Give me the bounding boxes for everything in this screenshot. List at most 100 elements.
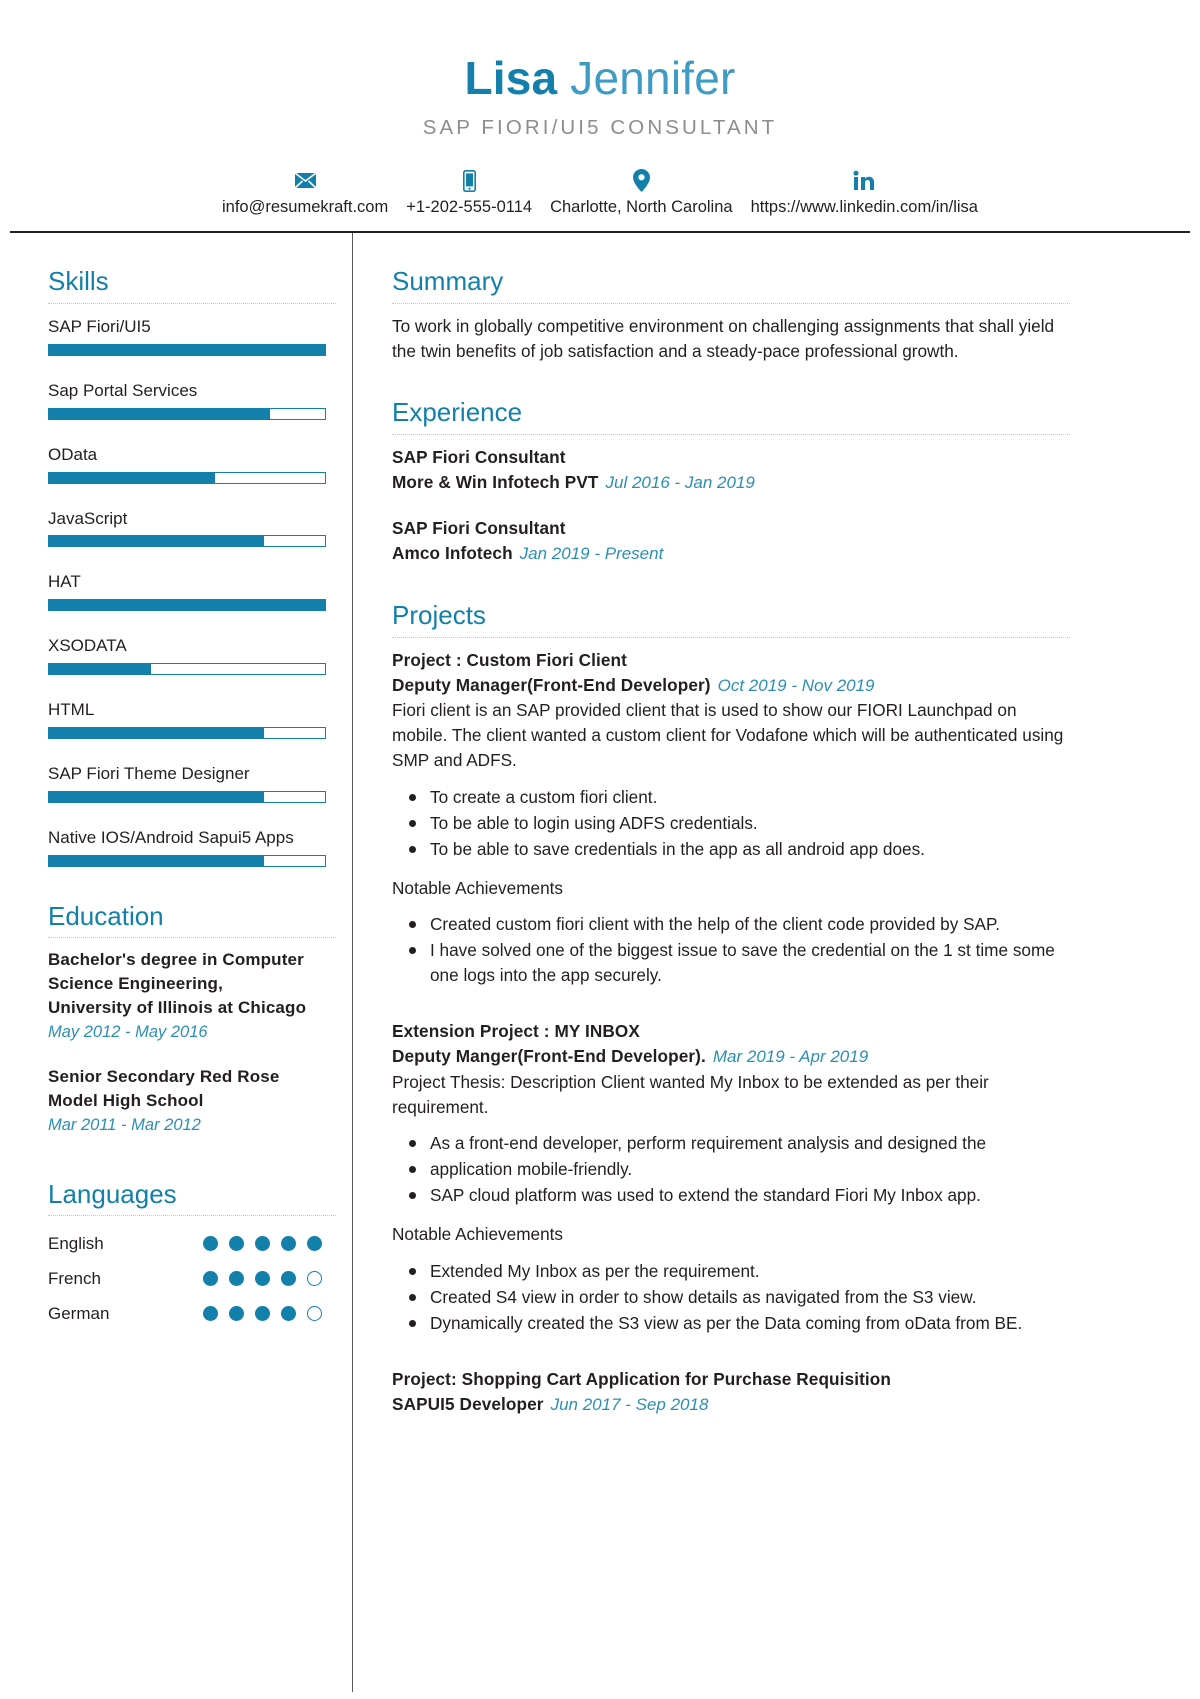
experience-company: Amco Infotech: [392, 543, 513, 564]
contact-item-linkedin[interactable]: https://www.linkedin.com/in/lisa: [742, 168, 987, 218]
skill-bar-fill: [49, 664, 152, 675]
bullet-item: To be able to save credentials in the ap…: [409, 837, 1070, 862]
linkedin-icon: [853, 168, 875, 194]
rating-dot: [203, 1306, 218, 1322]
section-rule: [48, 937, 336, 939]
project-role: Deputy Manger(Front-End Developer).: [392, 1046, 706, 1067]
project-notable-bullets: Created custom fiori client with the hel…: [392, 912, 1070, 988]
skill-bar-fill: [49, 791, 265, 802]
experience-role: SAP Fiori Consultant: [392, 518, 566, 539]
project-notable-bullets: Extended My Inbox as per the requirement…: [392, 1259, 1070, 1336]
education-degree: Bachelor's degree in Computer Science En…: [48, 950, 307, 1018]
skill-label: Native IOS/Android Sapui5 Apps: [48, 827, 294, 847]
skill-item: XSODATA: [48, 633, 352, 676]
skill-label: HTML: [48, 700, 95, 720]
notable-achievements-label: Notable Achievements: [392, 1224, 564, 1245]
education-section-title: Education: [48, 900, 164, 931]
bullet-item: Created S4 view in order to show details…: [409, 1285, 1070, 1310]
rating-dot: [255, 1306, 270, 1322]
project-item: Extension Project : MY INBOX Deputy Mang…: [392, 1019, 1070, 1336]
skill-bar: [48, 343, 326, 356]
project-date: Mar 2019 - Apr 2019: [712, 1047, 869, 1067]
rating-dot: [307, 1236, 322, 1252]
summary-section: Summary To work in globally competitive …: [392, 267, 1070, 364]
contact-location-text: Charlotte, North Carolina: [550, 197, 733, 216]
language-item: French: [48, 1261, 352, 1296]
skill-bar: [48, 663, 326, 676]
project-description: Fiori client is an SAP provided client t…: [392, 700, 1064, 771]
project-bullets: To create a custom fiori client. To be a…: [392, 785, 1070, 862]
education-degree: Senior Secondary Red Rose Model High Sch…: [48, 1066, 280, 1111]
experience-date: Jul 2016 - Jan 2019: [605, 472, 755, 492]
project-name: Project: Shopping Cart Application for P…: [392, 1368, 891, 1389]
contact-item-phone[interactable]: +1-202-555-0114: [397, 168, 541, 218]
skill-label: SAP Fiori Theme Designer: [48, 763, 250, 783]
rating-dot: [229, 1306, 244, 1322]
rating-dot: [281, 1236, 296, 1252]
summary-section-title: Summary: [392, 266, 504, 297]
resume-header: Lisa Jennifer SAP FIORI/UI5 CONSULTANT i…: [0, 0, 1200, 234]
contact-item-email[interactable]: info@resumekraft.com: [213, 168, 397, 218]
envelope-icon: [294, 168, 317, 194]
body-columns: Skills SAP Fiori/UI5 Sap Portal Services…: [0, 233, 1200, 1693]
rating-dot: [281, 1271, 296, 1287]
project-date: Oct 2019 - Nov 2019: [717, 675, 875, 695]
bullet-item: application mobile-friendly.: [409, 1157, 1070, 1182]
section-rule: [392, 433, 1070, 435]
skill-bar: [48, 599, 326, 612]
project-role-line: SAPUI5 Developer Jun 2017 - Sep 2018: [392, 1392, 1070, 1418]
skill-item: Native IOS/Android Sapui5 Apps: [48, 825, 352, 867]
skill-label: JavaScript: [48, 508, 128, 528]
rating-dot: [229, 1236, 244, 1252]
project-name: Project : Custom Fiori Client: [392, 649, 627, 670]
language-item: German: [48, 1296, 352, 1331]
projects-section-title: Projects: [392, 600, 486, 631]
education-section: Education Bachelor's degree in Computer …: [48, 900, 352, 1138]
experience-item: SAP Fiori Consultant More & Win Infotech…: [392, 445, 1070, 496]
experience-role: SAP Fiori Consultant: [392, 446, 566, 467]
rating-dot: [307, 1306, 322, 1322]
experience-date: Jan 2019 - Present: [519, 544, 664, 564]
skill-item: Sap Portal Services: [48, 378, 352, 420]
bullet-item: I have solved one of the biggest issue t…: [409, 938, 1070, 988]
skill-bar-fill: [49, 408, 270, 419]
languages-section-title: Languages: [48, 1178, 177, 1209]
project-role: Deputy Manager(Front-End Developer): [392, 674, 711, 695]
project-role-line: Deputy Manger(Front-End Developer). Mar 2…: [392, 1044, 1070, 1070]
skills-section: Skills SAP Fiori/UI5 Sap Portal Services…: [48, 267, 352, 867]
experience-section: Experience SAP Fiori Consultant More & W…: [392, 398, 1070, 567]
bullet-item: Dynamically created the S3 view as per t…: [409, 1311, 1070, 1336]
experience-item: SAP Fiori Consultant Amco Infotech Jan 20…: [392, 516, 1070, 567]
experience-company-line: More & Win Infotech PVT Jul 2016 - Jan 20…: [392, 470, 1070, 496]
last-name: Jennifer: [570, 52, 736, 104]
education-date: May 2012 - May 2016: [48, 1023, 208, 1042]
project-item: Project : Custom Fiori Client Deputy Man…: [392, 648, 1070, 989]
candidate-name: Lisa Jennifer: [0, 52, 1200, 104]
rating-dot: [255, 1271, 270, 1287]
contact-bar: info@resumekraft.com +1-202-555-0114 Cha…: [0, 168, 1200, 218]
section-rule: [392, 303, 1070, 305]
location-pin-icon: [632, 168, 650, 194]
project-description: Project Thesis: Description Client wante…: [392, 1071, 989, 1117]
contact-item-location[interactable]: Charlotte, North Carolina: [541, 168, 742, 218]
skill-item: JavaScript: [48, 506, 352, 548]
education-item: Senior Secondary Red Rose Model High Sch…: [48, 1065, 352, 1138]
phone-icon: [462, 168, 476, 194]
skill-bar: [48, 535, 326, 548]
skill-item: OData: [48, 442, 352, 484]
bullet-item: Created custom fiori client with the hel…: [409, 912, 1070, 937]
sidebar: Skills SAP Fiori/UI5 Sap Portal Services…: [0, 233, 352, 1692]
contact-email-text: info@resumekraft.com: [222, 197, 389, 216]
skill-bar: [48, 790, 326, 803]
main-content: Summary To work in globally competitive …: [353, 233, 1200, 1692]
rating-dot: [203, 1236, 218, 1252]
rating-dot: [307, 1271, 322, 1287]
bullet-item: As a front-end developer, perform requir…: [409, 1131, 1070, 1156]
skill-item: HAT: [48, 569, 352, 612]
skill-item: SAP Fiori Theme Designer: [48, 761, 352, 803]
education-date: Mar 2011 - Mar 2012: [48, 1116, 201, 1135]
skill-label: OData: [48, 444, 98, 464]
bullet-item: To create a custom fiori client.: [409, 785, 1070, 810]
rating-dot: [281, 1306, 296, 1322]
skill-bar-fill: [49, 855, 265, 866]
